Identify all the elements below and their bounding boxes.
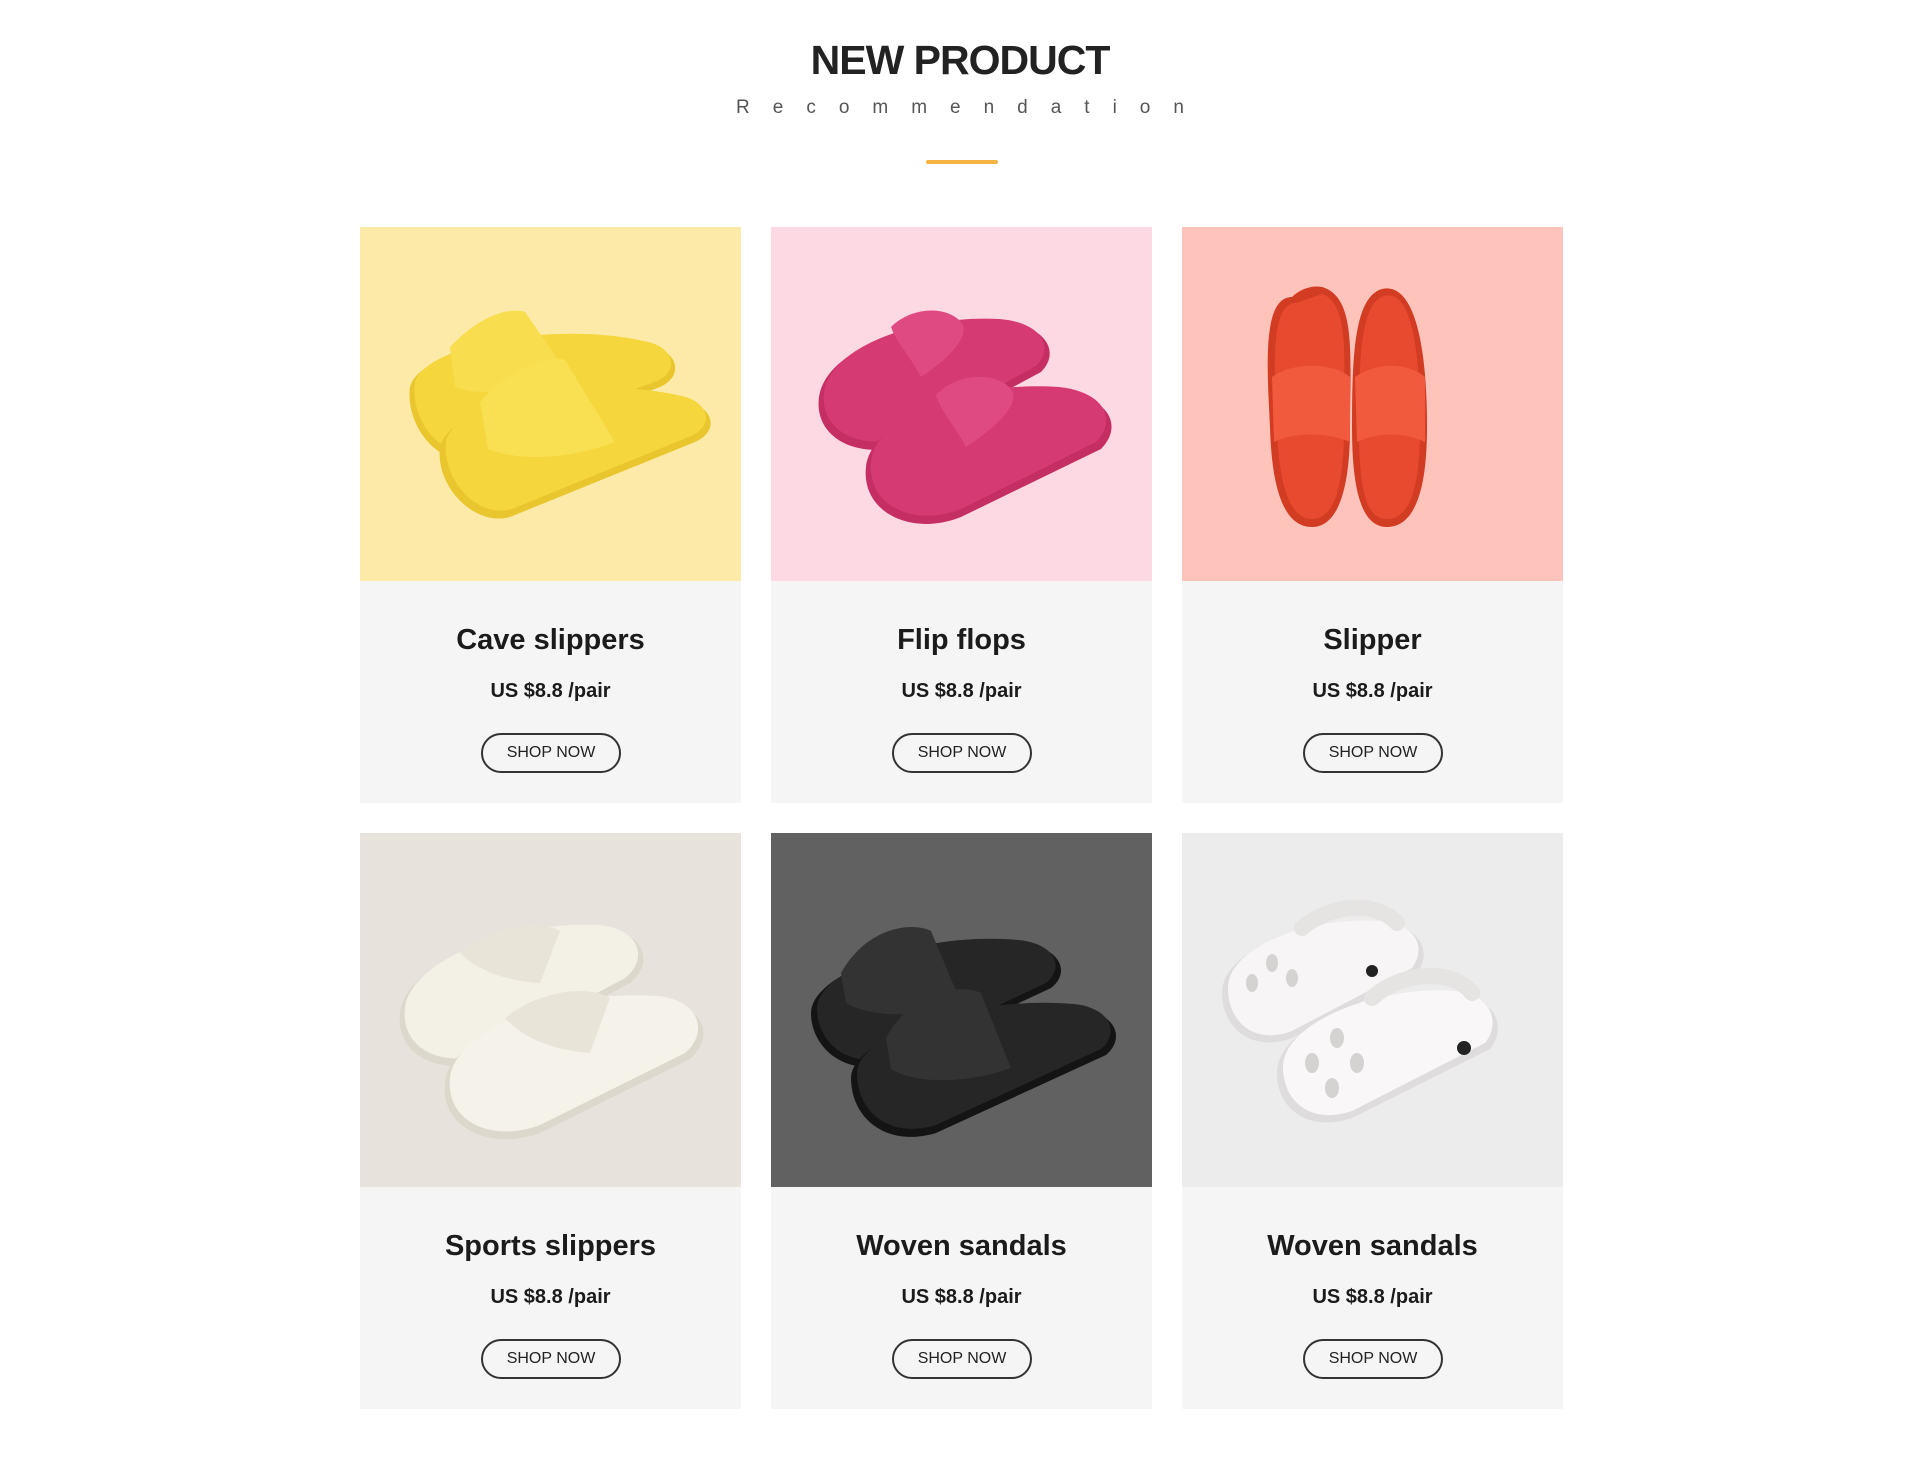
product-card-body: Slipper US $8.8 /pair SHOP NOW: [1182, 581, 1563, 803]
product-image[interactable]: [360, 833, 741, 1187]
pink-flip-flop-image: [771, 227, 1152, 581]
product-name: Sports slippers: [444, 1230, 657, 1262]
yellow-slide-sandal-image: [360, 227, 741, 581]
section-subtitle: Recommendation: [736, 97, 1207, 118]
product-card: Cave slippers US $8.8 /pair SHOP NOW: [360, 227, 741, 803]
product-card-body: Woven sandals US $8.8 /pair SHOP NOW: [1182, 1187, 1563, 1409]
shop-now-button[interactable]: SHOP NOW: [892, 1339, 1032, 1379]
red-slipper-image: [1182, 227, 1563, 581]
product-card: Sports slippers US $8.8 /pair SHOP NOW: [360, 833, 741, 1409]
black-slide-sandal-image: [771, 833, 1152, 1187]
product-name: Cave slippers: [456, 624, 645, 656]
product-price: US $8.8 /pair: [1312, 1286, 1433, 1308]
shop-now-button[interactable]: SHOP NOW: [481, 733, 621, 773]
title-accent-divider: [926, 160, 998, 164]
section-title: NEW PRODUCT: [810, 37, 1111, 83]
product-price: US $8.8 /pair: [901, 1286, 1022, 1308]
product-image[interactable]: [771, 833, 1152, 1187]
product-card: Flip flops US $8.8 /pair SHOP NOW: [771, 227, 1152, 803]
shop-now-button[interactable]: SHOP NOW: [1303, 733, 1443, 773]
product-card: Woven sandals US $8.8 /pair SHOP NOW: [771, 833, 1152, 1409]
product-name: Flip flops: [897, 624, 1026, 656]
shop-now-button[interactable]: SHOP NOW: [1303, 1339, 1443, 1379]
product-name: Woven sandals: [1267, 1230, 1478, 1262]
product-card: Slipper US $8.8 /pair SHOP NOW: [1182, 227, 1563, 803]
product-grid: Cave slippers US $8.8 /pair SHOP NOW Fli…: [360, 227, 1563, 1409]
product-card-body: Cave slippers US $8.8 /pair SHOP NOW: [360, 581, 741, 803]
product-price: US $8.8 /pair: [1312, 680, 1433, 702]
product-image[interactable]: [1182, 227, 1563, 581]
white-clog-image: [1182, 833, 1563, 1187]
white-flip-flop-image: [360, 833, 741, 1187]
product-card: Woven sandals US $8.8 /pair SHOP NOW: [1182, 833, 1563, 1409]
product-card-body: Flip flops US $8.8 /pair SHOP NOW: [771, 581, 1152, 803]
product-name: Slipper: [1323, 624, 1422, 656]
product-image[interactable]: [771, 227, 1152, 581]
product-image[interactable]: [360, 227, 741, 581]
product-price: US $8.8 /pair: [490, 680, 611, 702]
product-card-body: Woven sandals US $8.8 /pair SHOP NOW: [771, 1187, 1152, 1409]
product-image[interactable]: [1182, 833, 1563, 1187]
product-name: Woven sandals: [856, 1230, 1067, 1262]
product-card-body: Sports slippers US $8.8 /pair SHOP NOW: [360, 1187, 741, 1409]
product-price: US $8.8 /pair: [490, 1286, 611, 1308]
shop-now-button[interactable]: SHOP NOW: [481, 1339, 621, 1379]
shop-now-button[interactable]: SHOP NOW: [892, 733, 1032, 773]
product-price: US $8.8 /pair: [901, 680, 1022, 702]
